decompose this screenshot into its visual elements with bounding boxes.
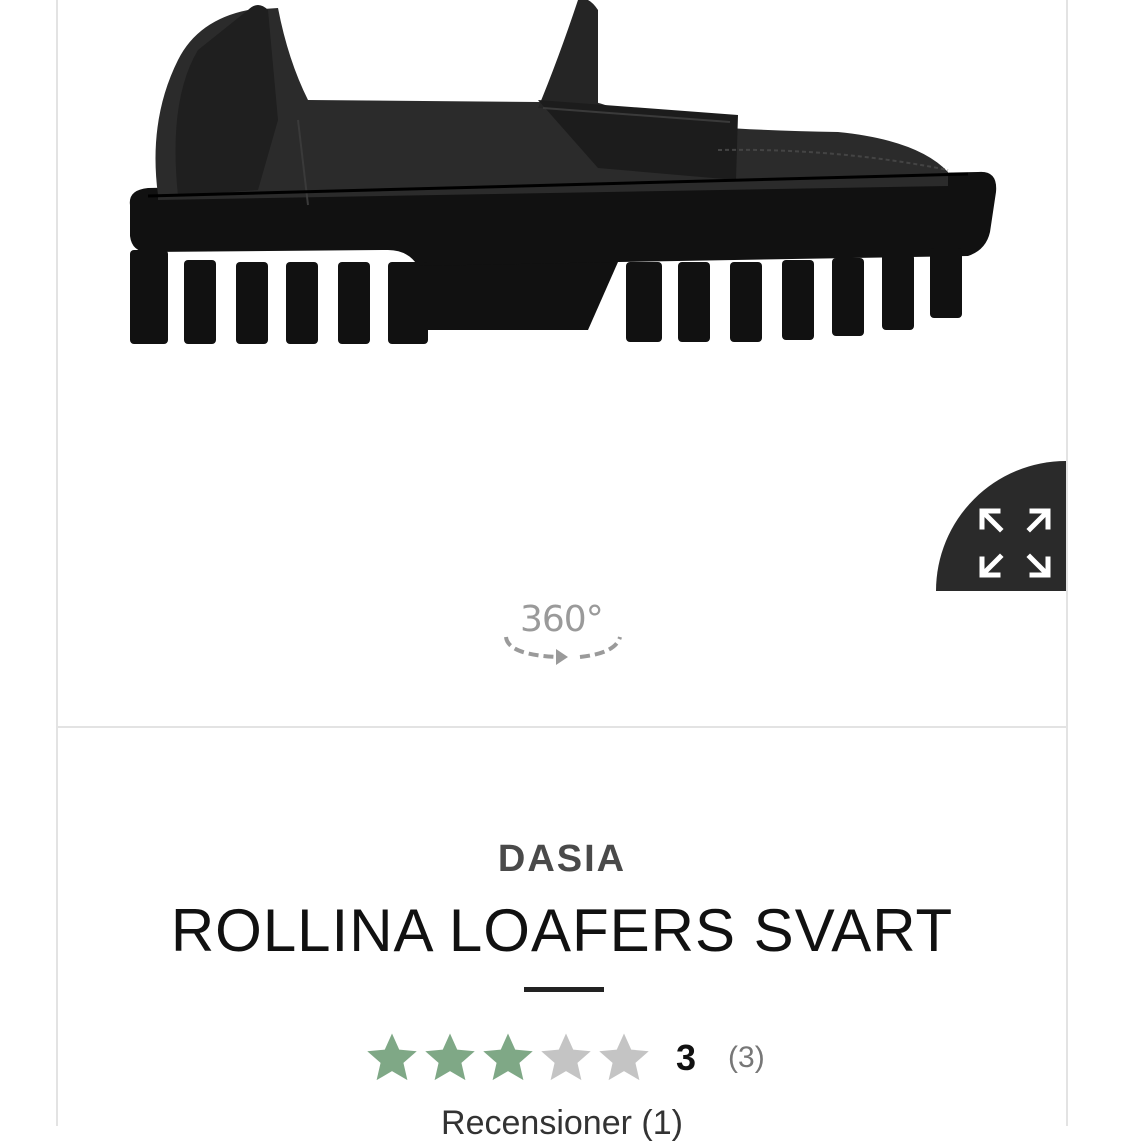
- star-empty-icon: [599, 1033, 649, 1081]
- rating-value: 3: [676, 1037, 697, 1078]
- expand-arrows-icon: [979, 508, 1051, 578]
- product-info: DASIA ROLLINA LOAFERS SVART 3 (3) Recens…: [58, 728, 1066, 1142]
- product-image[interactable]: [118, 0, 998, 370]
- rating-stars[interactable]: [364, 1030, 652, 1086]
- product-image-gallery: 360°: [58, 0, 1066, 728]
- product-page: 360° DASIA ROLLINA LOAFERS SVART 3 (3) R…: [56, 0, 1068, 1142]
- zoom-button[interactable]: [936, 461, 1066, 591]
- rating-row: 3 (3): [364, 1028, 765, 1088]
- star-filled-icon: [425, 1033, 475, 1081]
- rotate-360-button[interactable]: 360°: [498, 595, 628, 675]
- star-filled-icon: [483, 1033, 533, 1081]
- star-filled-icon: [367, 1033, 417, 1081]
- title-divider: [524, 987, 604, 992]
- rating-count: (3): [728, 1041, 765, 1074]
- reviews-link[interactable]: Recensioner (1): [58, 1104, 1066, 1143]
- rotate-arrow-icon: [504, 636, 622, 665]
- star-empty-icon: [541, 1033, 591, 1081]
- product-brand[interactable]: DASIA: [58, 838, 1066, 881]
- product-title: ROLLINA LOAFERS SVART: [170, 897, 954, 964]
